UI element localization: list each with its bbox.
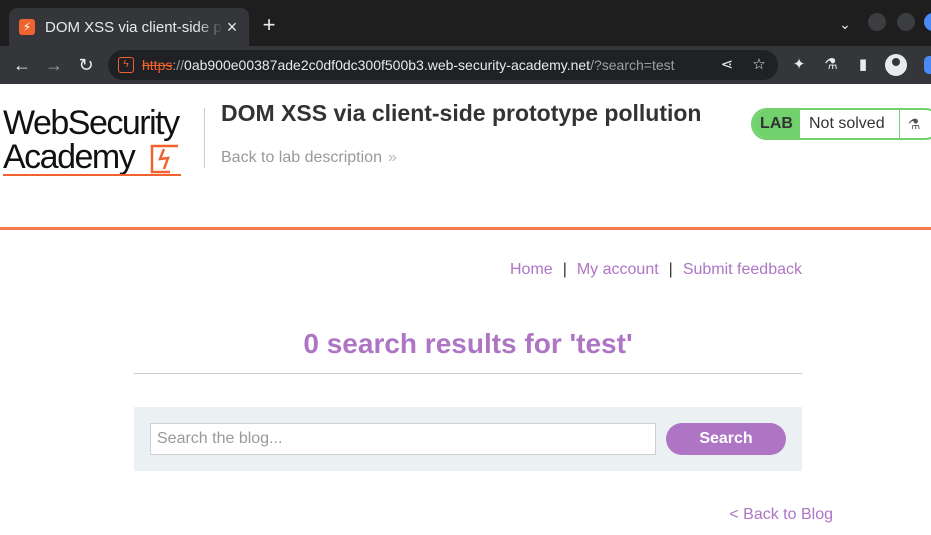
extensions-icon[interactable]: ✦ [789, 55, 809, 75]
url-scheme: https [142, 57, 173, 73]
share-icon[interactable]: ⋖ [718, 56, 736, 74]
header-orange-rule [0, 227, 931, 230]
lab-title: DOM XSS via client-side prototype pollut… [221, 100, 702, 126]
page-content: WebSecurity Academy DOM XSS via client-s… [0, 84, 931, 535]
new-tab-button[interactable]: + [258, 14, 280, 36]
flask-icon[interactable]: ⚗ [821, 55, 841, 75]
tab-search-chevron-icon[interactable]: ⌄ [836, 16, 854, 34]
nav-separator: | [562, 261, 567, 278]
nav-separator: | [668, 261, 673, 278]
close-window-button[interactable] [924, 13, 931, 31]
lab-badge-divider [899, 110, 900, 138]
lab-flask-icon: ⚗ [907, 116, 921, 132]
lab-status-widget: LAB Not solved ⚗ [751, 108, 931, 140]
portswigger-favicon-icon: ⚡ [19, 19, 35, 35]
url-path: /?search=test [590, 57, 675, 73]
minimize-window-button[interactable] [868, 13, 886, 31]
lab-badge-label: LAB [753, 110, 800, 138]
logo-text-line2: Academy [3, 138, 136, 176]
address-bar[interactable]: ϟ https://0ab900e00387ade2c0df0dc300f500… [108, 50, 778, 80]
reload-icon[interactable]: ↻ [75, 54, 97, 76]
tab-title: DOM XSS via client-side prototype pollut… [45, 18, 223, 36]
back-arrow-icon[interactable]: ← [11, 54, 33, 76]
back-to-lab-description-link[interactable]: Back to lab description » [221, 149, 397, 167]
browser-tabstrip: ⚡ DOM XSS via client-side prototype poll… [0, 0, 931, 46]
logo-text-line1: WebSecurity [3, 104, 180, 142]
back-to-blog-link[interactable]: < Back to Blog [729, 506, 833, 524]
lightning-bolt-icon [150, 144, 178, 174]
browser-tab[interactable]: ⚡ DOM XSS via client-side prototype poll… [9, 8, 249, 46]
search-form: Search [134, 407, 802, 471]
url-host: 0ab900e00387ade2c0df0dc300f500b3.web-sec… [184, 57, 591, 73]
logo-underline [3, 174, 181, 176]
url-text[interactable]: https://0ab900e00387ade2c0df0dc300f500b3… [142, 57, 675, 73]
header-divider [204, 108, 205, 168]
results-divider [134, 373, 802, 374]
maximize-window-button[interactable] [897, 13, 915, 31]
web-security-academy-logo[interactable]: WebSecurity Academy [3, 104, 203, 178]
browser-toolbar: ← → ↻ ϟ https://0ab900e00387ade2c0df0dc3… [0, 46, 931, 84]
site-nav: Home | My account | Submit feedback [510, 261, 802, 279]
nav-submit-feedback-link[interactable]: Submit feedback [683, 261, 802, 278]
profile-icon[interactable] [885, 54, 907, 76]
search-button[interactable]: Search [666, 423, 786, 455]
forward-arrow-icon[interactable]: → [43, 54, 65, 76]
not-secure-icon[interactable]: ϟ [118, 57, 134, 73]
star-icon[interactable]: ☆ [750, 56, 768, 74]
double-chevron-right-icon: » [387, 149, 397, 166]
browser-menu-edge[interactable] [924, 56, 931, 74]
nav-home-link[interactable]: Home [510, 261, 553, 278]
url-separator: :// [172, 57, 185, 73]
search-results-heading: 0 search results for 'test' [303, 328, 633, 359]
back-to-lab-description-text: Back to lab description [221, 149, 382, 166]
search-input[interactable] [150, 423, 656, 455]
nav-my-account-link[interactable]: My account [577, 261, 659, 278]
sidebar-icon[interactable]: ▮ [853, 55, 873, 75]
close-tab-icon[interactable]: × [223, 18, 241, 36]
lab-status-text: Not solved [809, 115, 885, 132]
